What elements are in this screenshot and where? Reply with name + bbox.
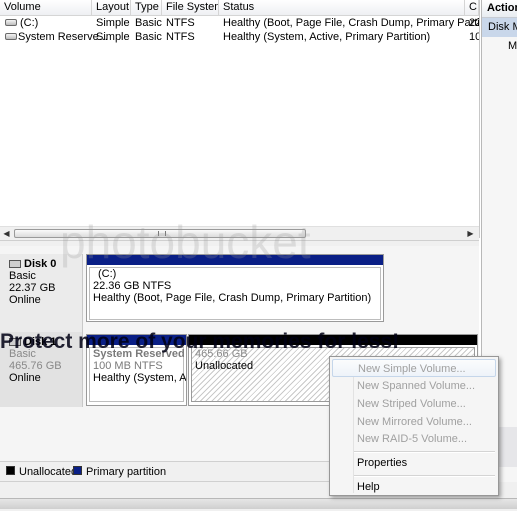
disk-state: Online [9,294,41,306]
column-header-file-system[interactable]: File System [162,0,219,15]
disk-0-info[interactable]: Disk 0 Basic 22.37 GB Online [0,254,83,332]
volume-layout: Simple [96,31,130,43]
scroll-right-arrow-icon[interactable]: ▶ [464,227,477,240]
partition-bar [87,255,383,265]
context-menu: New Simple Volume... New Spanned Volume.… [329,356,499,496]
disk-name: Disk 1 [24,336,57,348]
column-header-capacity[interactable]: C [465,0,479,15]
volume-capacity: 22 [469,17,479,29]
partition-status: Healthy (System, Act [93,372,187,384]
menu-item-new-simple-volume[interactable]: New Simple Volume... [332,359,496,377]
legend-label-primary: Primary partition [86,466,167,478]
column-header-status[interactable]: Status [219,0,465,15]
volume-type: Basic [135,17,162,29]
partition-system-reserved[interactable]: System Reserved (I 100 MB NTFS Healthy (… [86,334,187,406]
disk-icon [9,338,21,347]
scrollbar-thumb[interactable] [14,229,306,238]
volume-file-system: NTFS [166,17,195,29]
drive-icon [5,19,17,26]
column-header-volume[interactable]: Volume [0,0,92,15]
actions-group-disk-management[interactable]: Disk M [482,18,517,37]
column-header-type[interactable]: Type [131,0,162,15]
volume-status: Healthy (System, Active, Primary Partiti… [223,31,431,43]
volume-layout: Simple [96,17,130,29]
volume-capacity: 10 [469,31,479,43]
menu-separator [354,475,495,477]
partition-label: System Reserved (I [93,348,187,360]
horizontal-scrollbar[interactable]: ◀ ▶ [0,226,479,240]
actions-more-item[interactable]: M [508,40,517,52]
volume-row[interactable]: (C:) Simple Basic NTFS Healthy (Boot, Pa… [0,16,479,30]
menu-separator [354,451,495,453]
partition-label: (C:) [98,268,117,280]
legend-swatch-primary [73,466,82,475]
disk-1-header: Disk 1 [9,336,82,348]
legend-swatch-unallocated [6,466,15,475]
menu-item-new-raid5-volume[interactable]: New RAID-5 Volume... [332,430,496,448]
disk-name: Disk 0 [24,258,57,270]
volume-list-header: Volume Layout Type File System Status C [0,0,479,16]
volume-file-system: NTFS [166,31,195,43]
volume-name: System Reserve... [18,31,108,43]
menu-item-properties[interactable]: Properties [332,454,496,472]
volume-status: Healthy (Boot, Page File, Crash Dump, Pr… [223,17,480,29]
legend-label-unallocated: Unallocated [19,466,78,478]
partition-bar [87,335,186,345]
partition-c[interactable]: (C:) 22.36 GB NTFS Healthy (Boot, Page F… [86,254,384,322]
menu-item-new-mirrored-volume[interactable]: New Mirrored Volume... [332,413,496,431]
disk-1-info[interactable]: Disk 1 Basic 465.76 GB Online [0,332,83,407]
partition-size: 100 MB NTFS [93,360,163,372]
scroll-left-arrow-icon[interactable]: ◀ [0,227,13,240]
menu-item-help[interactable]: Help [332,478,496,496]
grip-icon [158,231,166,236]
menu-item-new-spanned-volume[interactable]: New Spanned Volume... [332,377,496,395]
volume-name: (C:) [20,17,39,29]
partition-size: 22.36 GB NTFS [93,280,172,292]
partition-bar [189,335,477,345]
disk-size: 22.37 GB [9,282,56,294]
column-header-layout[interactable]: Layout [92,0,131,15]
disk-type: Basic [9,348,36,360]
volume-list: Volume Layout Type File System Status C … [0,0,480,238]
volume-row[interactable]: System Reserve... Simple Basic NTFS Heal… [0,30,479,44]
menu-item-new-striped-volume[interactable]: New Striped Volume... [332,395,496,413]
actions-title: Actions [482,0,517,18]
disk-icon [9,260,21,269]
disk-size: 465.76 GB [9,360,62,372]
disk-state: Online [9,372,41,384]
status-bar [0,498,517,509]
disk-0-header: Disk 0 [9,258,82,270]
disk-type: Basic [9,270,36,282]
partition-status: Healthy (Boot, Page File, Crash Dump, Pr… [93,292,372,304]
volume-type: Basic [135,31,162,43]
drive-icon [5,33,17,40]
